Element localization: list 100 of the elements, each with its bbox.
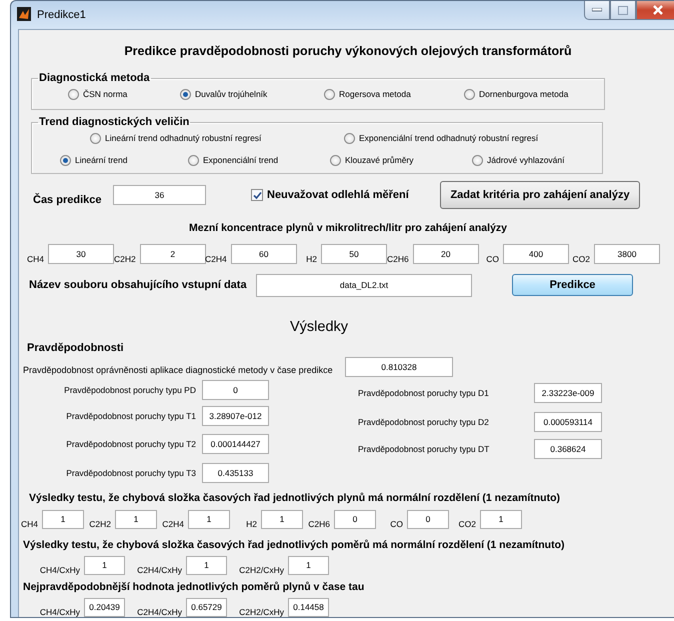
output-field: 1 [42, 510, 84, 528]
section-title: Mezní koncentrace plynů v mikrolitrech/litr pro zahájení analýzy [188, 220, 508, 236]
radio-option[interactable]: Rogersova metoda [324, 88, 464, 100]
radio-option[interactable]: Exponenciální trend odhadnutý robustní regresí [344, 132, 602, 144]
gas-label: CO [485, 254, 500, 264]
output-field: 2.33223e-009 [534, 383, 602, 403]
field-label: Čas predikce [33, 194, 102, 206]
radio-button[interactable] [464, 88, 475, 100]
output-field: 0.65729 [186, 598, 227, 616]
input-field[interactable]: data_DL2.txt [256, 274, 472, 296]
section-title: Výsledky testu, že chybová složka časových řad jednotlivých poměrů má normální rozdělení (1 nezamítnuto) [23, 539, 564, 551]
gas-label: C2H2 [88, 518, 112, 528]
field-label: Pravděpodobnost poruchy typu D2 [358, 417, 490, 427]
field-label: Pravděpodobnost poruchy typu T2 [66, 438, 196, 448]
field-label: Název souboru obsahujícího vstupní data [29, 279, 248, 291]
radio-button[interactable] [90, 132, 101, 144]
gas-label: CH4 [20, 518, 39, 528]
output-field: 1 [480, 510, 522, 528]
output-field: 0 [202, 380, 269, 400]
radio-option[interactable]: Dornenburgova metoda [464, 88, 604, 100]
gas-label: CO2 [572, 254, 591, 264]
output-field: 0.435133 [202, 463, 269, 483]
input-field[interactable]: 400 [503, 244, 569, 264]
input-field[interactable]: 20 [412, 244, 479, 264]
input-field[interactable]: 50 [321, 244, 387, 264]
minimize-icon [592, 8, 602, 12]
minimize-button[interactable] [584, 1, 610, 20]
section-title: Pravděpodobnosti [27, 342, 124, 354]
radio-option[interactable]: Lineární trend [60, 154, 188, 166]
gas-label: CO2 [458, 518, 477, 528]
output-field: 0.14458 [288, 598, 329, 616]
ratio-label: CH4/CxHy [38, 564, 81, 574]
maximize-icon [618, 6, 628, 14]
gas-label: C2H6 [307, 518, 331, 528]
output-field: 3.28907e-012 [202, 406, 269, 426]
radio-option[interactable]: ČSN norma [68, 88, 180, 100]
radio-button[interactable] [60, 154, 71, 166]
field-label: Pravděpodobnost poruchy typu PD [64, 385, 196, 395]
close-icon [652, 5, 664, 15]
field-label: Pravděpodobnost poruchy typu T3 [66, 468, 196, 478]
output-field: 1 [188, 510, 230, 528]
input-field[interactable]: 3800 [594, 244, 660, 264]
checkbox-label: Neuvažovat odlehlá měření [267, 189, 410, 201]
output-field: 0.810328 [345, 357, 453, 377]
gas-label: C2H4 [161, 518, 185, 528]
checkbox[interactable] [251, 189, 263, 201]
radio-option[interactable]: Klouzavé průměry [330, 154, 472, 166]
input-field[interactable]: 60 [230, 244, 297, 264]
form-heading: Predikce pravděpodobnosti poruchy výkonových olejových transformátorů [123, 43, 573, 60]
field-label: Pravděpodobnost poruchy typu DT [358, 444, 490, 454]
section-title: Výsledky testu, že chybová složka časových řad jednotlivých plynů má normální rozdělení (1 nezamítnuto) [29, 492, 560, 504]
ratio-label: CH4/CxHy [38, 606, 81, 616]
input-field[interactable]: 36 [113, 185, 206, 205]
close-button[interactable] [636, 1, 674, 20]
output-field: 1 [261, 510, 303, 528]
criteria-button[interactable]: Zadat kritéria pro zahájení analýzy [440, 181, 640, 209]
gas-label: H2 [245, 518, 258, 528]
radio-option[interactable]: Duvalův trojúhelník [180, 88, 324, 100]
window-title: Predikce1 [37, 9, 86, 21]
gas-label: CO [389, 518, 404, 528]
gas-label: C2H2 [114, 254, 137, 264]
results-title: Výsledky [288, 318, 350, 337]
field-label: Pravděpodobnost oprávněnosti aplikace diagnostické metody v čase predikce [23, 365, 334, 375]
output-field: 0.000593114 [534, 412, 602, 432]
group-title: Diagnostická metoda [38, 72, 151, 84]
radio-button[interactable] [188, 154, 199, 166]
input-field[interactable]: 30 [48, 244, 114, 264]
gas-label: H2 [305, 254, 318, 264]
output-field: 1 [84, 556, 125, 574]
radio-button[interactable] [180, 88, 191, 100]
gas-label: C2H6 [387, 254, 410, 264]
radio-option[interactable]: Jádrové vyhlazování [472, 154, 602, 166]
gas-label: CH4 [26, 254, 45, 264]
input-field[interactable]: 2 [140, 244, 206, 264]
ratio-label: C2H2/CxHy [238, 606, 285, 616]
output-field: 0.368624 [534, 439, 602, 459]
radio-button[interactable] [330, 154, 341, 166]
radio-option[interactable]: Exponenciální trend [188, 154, 330, 166]
output-field: 0 [407, 510, 449, 528]
output-field: 0.20439 [84, 598, 125, 616]
app-icon [17, 7, 31, 21]
section-title: Nejpravděpodobnější hodnota jednotlivých poměrů plynů v čase tau [23, 581, 364, 593]
maximize-button[interactable] [610, 1, 636, 20]
group-title: Trend diagnostických veličin [38, 116, 190, 128]
ratio-label: C2H2/CxHy [238, 564, 285, 574]
output-field: 1 [115, 510, 157, 528]
radio-button[interactable] [472, 154, 483, 166]
ratio-label: C2H4/CxHy [136, 606, 183, 616]
radio-option[interactable]: Lineární trend odhadnutý robustní regresí [90, 132, 344, 144]
radio-button[interactable] [324, 88, 335, 100]
output-field: 1 [288, 556, 329, 574]
predict-button[interactable]: Predikce [512, 274, 633, 296]
radio-button[interactable] [68, 88, 79, 100]
field-label: Pravděpodobnost poruchy typu D1 [358, 388, 490, 398]
radio-button[interactable] [344, 132, 355, 144]
output-field: 0.000144427 [202, 434, 269, 454]
ratio-label: C2H4/CxHy [136, 564, 183, 574]
field-label: Pravděpodobnost poruchy typu T1 [66, 411, 196, 421]
gas-label: C2H4 [205, 254, 228, 264]
output-field: 0 [334, 510, 376, 528]
